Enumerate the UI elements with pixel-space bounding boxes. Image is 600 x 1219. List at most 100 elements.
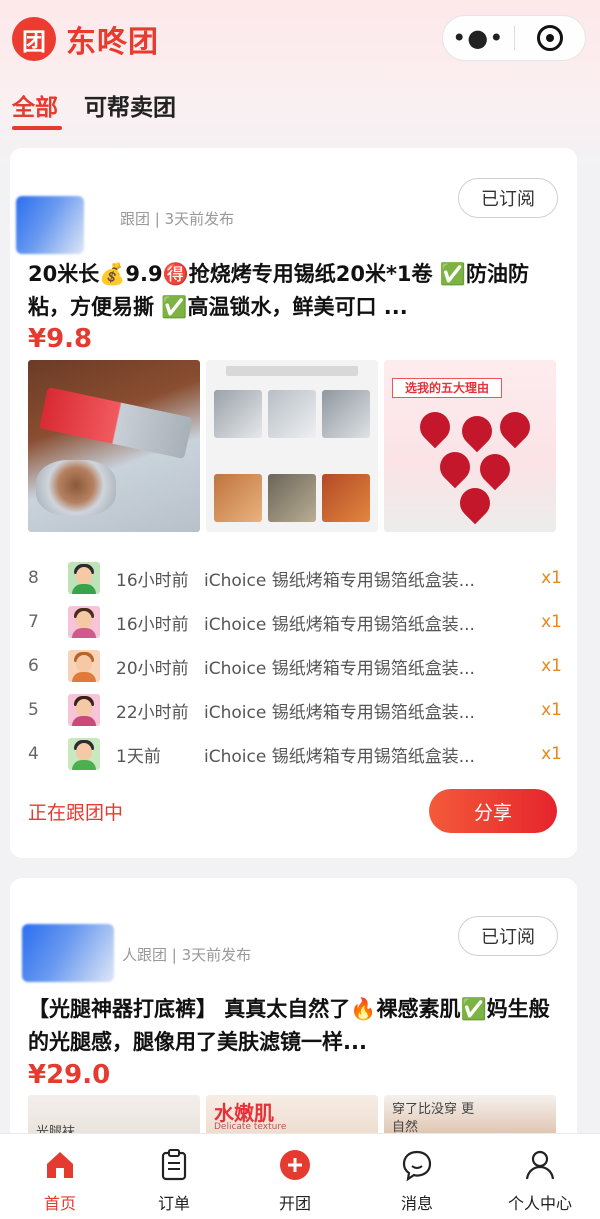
grid-photo xyxy=(214,390,262,438)
reason-pin xyxy=(455,409,499,453)
buyer-index: 5 xyxy=(28,700,39,720)
nav-start-group[interactable]: 开团 xyxy=(235,1134,355,1219)
buyer-product: iChoice 锡纸烤箱专用锡箔纸盒装... xyxy=(204,570,475,591)
buyer-time: 16小时前 xyxy=(116,614,189,635)
buyer-row: 8 16小时前 iChoice 锡纸烤箱专用锡箔纸盒装... x1 xyxy=(28,556,562,600)
app-logo: 团 东咚团 xyxy=(12,17,159,61)
buyer-time: 20小时前 xyxy=(116,658,189,679)
nav-label: 消息 xyxy=(400,1194,433,1213)
avatar-body xyxy=(72,628,96,638)
post-price: ¥29.0 xyxy=(28,1060,111,1090)
tab-can-help-sell[interactable]: 可帮卖团 xyxy=(84,88,176,122)
nav-home[interactable]: 首页 xyxy=(0,1134,120,1219)
reason-pin xyxy=(433,445,477,489)
buyer-index: 4 xyxy=(28,744,39,764)
buyer-quantity: x1 xyxy=(541,568,562,588)
product-image-five-reasons[interactable]: 选我的五大理由 xyxy=(384,360,556,532)
group-post-card[interactable]: 跟团 | 3天前发布 已订阅 20米长💰9.9🉐抢烧烤专用锡纸20米*1卷 ✅防… xyxy=(10,148,577,858)
foil-tray-graphic xyxy=(36,460,116,516)
buyer-index: 6 xyxy=(28,656,39,676)
buyer-quantity: x1 xyxy=(541,656,562,676)
subscribed-button[interactable]: 已订阅 xyxy=(458,178,558,218)
reason-title: 选我的五大理由 xyxy=(392,378,502,398)
order-list-icon xyxy=(161,1149,187,1181)
post-title: 【光腿神器打底裤】 真真太自然了🔥裸感素肌✅妈生般的光腿感，腿像用了美肤滤镜一样… xyxy=(28,997,550,1054)
reason-pin xyxy=(473,447,517,491)
reason-pin xyxy=(413,405,457,449)
avatar-face xyxy=(76,699,92,717)
buyer-product: iChoice 锡纸烤箱专用锡箔纸盒装... xyxy=(204,746,475,767)
product-image-usage-grid[interactable] xyxy=(206,360,378,532)
poster-avatar xyxy=(22,924,114,982)
add-circle-icon xyxy=(280,1150,310,1180)
avatar-body xyxy=(72,584,96,594)
close-button[interactable] xyxy=(515,25,586,51)
nav-messages[interactable]: 消息 xyxy=(357,1134,477,1219)
app-header: 团 东咚团 •●• xyxy=(0,0,600,78)
buyer-product: iChoice 锡纸烤箱专用锡箔纸盒装... xyxy=(204,658,475,679)
share-button[interactable]: 分享 xyxy=(429,789,557,833)
avatar-body xyxy=(72,716,96,726)
poster-avatar xyxy=(16,196,84,254)
home-icon xyxy=(47,1152,73,1178)
grid-photo xyxy=(214,474,262,522)
poster-meta: 人跟团 | 3天前发布 xyxy=(122,946,252,964)
user-icon xyxy=(525,1150,555,1180)
avatar-face xyxy=(76,655,92,673)
nav-orders[interactable]: 订单 xyxy=(114,1134,234,1219)
buyer-index: 7 xyxy=(28,612,39,632)
buyer-avatar xyxy=(68,738,100,770)
nav-profile[interactable]: 个人中心 xyxy=(480,1134,600,1219)
product-images: 选我的五大理由 xyxy=(28,360,556,532)
nav-label: 个人中心 xyxy=(507,1194,572,1213)
bottom-navigation: 首页 订单 开团 消息 个人中心 xyxy=(0,1133,600,1219)
buyer-time: 16小时前 xyxy=(116,570,189,591)
buyer-time: 22小时前 xyxy=(116,702,189,723)
grid-photo xyxy=(322,474,370,522)
subscribed-button[interactable]: 已订阅 xyxy=(458,916,558,956)
avatar-body xyxy=(72,672,96,682)
buyer-index: 8 xyxy=(28,568,39,588)
grid-photo xyxy=(322,390,370,438)
active-tab-indicator xyxy=(12,126,62,130)
tab-all[interactable]: 全部 xyxy=(12,88,58,122)
poster-meta: 跟团 | 3天前发布 xyxy=(120,210,235,228)
image-header-bar xyxy=(226,366,358,376)
grid-photo xyxy=(268,474,316,522)
avatar-face xyxy=(76,743,92,761)
buyer-quantity: x1 xyxy=(541,744,562,764)
buyer-time: 1天前 xyxy=(116,746,161,767)
reason-pin xyxy=(493,405,537,449)
nav-label: 订单 xyxy=(157,1194,190,1213)
buyer-row: 4 1天前 iChoice 锡纸烤箱专用锡箔纸盒装... x1 xyxy=(28,732,562,776)
avatar-face xyxy=(76,611,92,629)
avatar-face xyxy=(76,567,92,585)
mini-program-capsule: •●• xyxy=(442,15,586,61)
more-dots-icon[interactable]: •●• xyxy=(443,15,514,61)
buyer-quantity: x1 xyxy=(541,700,562,720)
target-icon xyxy=(536,25,563,51)
message-icon xyxy=(402,1150,432,1182)
product-image-foil-box[interactable] xyxy=(28,360,200,532)
buyer-avatar xyxy=(68,606,100,638)
group-status: 正在跟团中 xyxy=(28,802,124,824)
buyer-row: 5 22小时前 iChoice 锡纸烤箱专用锡箔纸盒装... x1 xyxy=(28,688,562,732)
nav-label: 首页 xyxy=(43,1194,76,1213)
image-subcaption: Delicate texture xyxy=(214,1122,287,1132)
post-title: 20米长💰9.9🉐抢烧烤专用锡纸20米*1卷 ✅防油防粘，方便易撕 ✅高温锁水，… xyxy=(28,262,529,319)
buyer-avatar xyxy=(68,650,100,682)
logo-mark-icon: 团 xyxy=(12,17,56,61)
buyer-avatar xyxy=(68,562,100,594)
buyer-product: iChoice 锡纸烤箱专用锡箔纸盒装... xyxy=(204,702,475,723)
avatar-body xyxy=(72,760,96,770)
image-caption: 穿了比没穿 更自然 xyxy=(392,1102,475,1135)
foil-box-graphic xyxy=(39,387,193,459)
category-tabs: 全部 可帮卖团 xyxy=(0,88,600,132)
post-price: ¥9.8 xyxy=(28,324,93,354)
buyer-row: 7 16小时前 iChoice 锡纸烤箱专用锡箔纸盒装... x1 xyxy=(28,600,562,644)
buyer-avatar xyxy=(68,694,100,726)
app-name: 东咚团 xyxy=(66,25,159,60)
grid-photo xyxy=(268,390,316,438)
nav-label: 开团 xyxy=(278,1194,311,1213)
buyer-quantity: x1 xyxy=(541,612,562,632)
